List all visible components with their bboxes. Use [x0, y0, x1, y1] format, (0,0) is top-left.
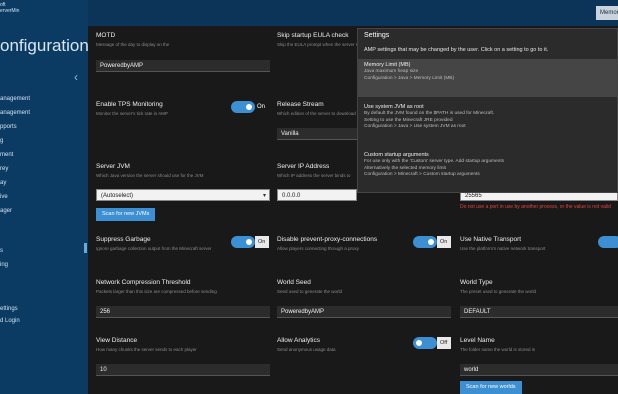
world-seed-desc: Seed used to generate the world [277, 289, 343, 294]
navigation-pane: oft erverMin onfiguration ‹ anagement an… [0, 0, 89, 394]
entry-path: Configuration > Java > Memory Limit (MB) [364, 75, 455, 81]
server-jvm-desc: Which Java version the server should use… [96, 173, 204, 178]
server-jvm-label: Server JVM [96, 163, 130, 170]
network-compression-desc: Packets larger than this size are compre… [96, 289, 217, 294]
world-seed-input[interactable]: PoweredbyAMP [277, 306, 451, 318]
view-distance-input[interactable]: 10 [96, 364, 270, 376]
world-seed-label: World Seed [277, 279, 311, 286]
toggle-state: Off [440, 340, 448, 346]
level-name-label: Level Name [460, 337, 495, 344]
nav-item[interactable]: pports [0, 124, 17, 130]
toggle-track [231, 236, 255, 248]
popup-intro: AMP settings that may be changed by the … [364, 47, 549, 53]
dropdown-arrow-icon: ▾ [262, 193, 266, 199]
nav-item[interactable]: ettings [0, 306, 18, 312]
port-error-text: Do not use a port in use by another proc… [460, 204, 611, 210]
nav-item[interactable]: ing [0, 262, 8, 268]
top-bar: Memory [88, 0, 618, 26]
native-transport-toggle[interactable] [598, 236, 618, 248]
suppress-garbage-toggle[interactable]: On [231, 236, 269, 248]
suppress-garbage-label: Suppress Garbage [96, 236, 151, 243]
settings-search-popup: Settings AMP settings that may be change… [357, 28, 618, 193]
world-type-select[interactable]: DEFAULT [460, 306, 618, 318]
nav-item[interactable]: ay [0, 180, 6, 186]
popup-entry-custom-args[interactable]: Custom startup arguments For use only wi… [358, 149, 617, 189]
native-transport-label: Use Native Transport [460, 236, 522, 243]
toggle-state: On [257, 104, 266, 110]
server-jvm-value: (Autoselect) [101, 193, 134, 199]
page-title: onfiguration [0, 36, 89, 55]
motd-desc: Message of the day to display on the [96, 42, 170, 47]
enable-tps-toggle[interactable]: On [231, 101, 267, 113]
nav-item[interactable]: g [0, 138, 3, 144]
popup-entry-system-jvm[interactable]: Use system JVM as root By default the JV… [358, 101, 617, 145]
skip-startup-label: Skip startup EULA check [277, 32, 349, 39]
toggle-track [598, 236, 618, 248]
allow-analytics-toggle[interactable]: Off [413, 337, 451, 349]
enable-tps-desc: Monitor the server's tick rate in AMP [96, 111, 168, 116]
suppress-garbage-desc: Ignore garbage collection output from th… [96, 246, 212, 251]
server-ip-label: Server IP Address [277, 163, 330, 170]
release-stream-select[interactable]: Vanilla [277, 128, 357, 140]
nav-item[interactable]: ive [0, 194, 8, 200]
server-ip-desc: Which IP address the server binds to [277, 173, 351, 178]
level-name-input[interactable]: world [460, 364, 618, 376]
toggle-state: On [440, 239, 448, 245]
popup-title: Settings [364, 32, 390, 39]
nav-item[interactable]: rey [0, 166, 8, 172]
nav-item[interactable]: s [0, 248, 3, 254]
entry-path: Configuration > Java > Use system JVM as… [364, 124, 466, 129]
nav-item[interactable]: ment [0, 152, 13, 158]
disable-prevent-proxy-desc: Allow players connecting through a proxy [277, 246, 360, 251]
toggle-state-box: Off [437, 337, 451, 349]
view-distance-desc: How many chunks the server sends to each… [96, 347, 197, 352]
app-name-line-2: erverMin [0, 8, 20, 14]
toggle-track [413, 236, 437, 248]
allow-analytics-label: Allow Analytics [277, 337, 320, 344]
motd-label: MOTD [96, 32, 116, 39]
toggle-knob [416, 340, 422, 346]
network-compression-label: Network Compression Threshold [96, 279, 191, 286]
selected-indicator [84, 243, 87, 253]
nav-item[interactable]: anagement [0, 110, 30, 116]
toggle-knob [246, 104, 252, 110]
toggle-track [231, 101, 255, 113]
toggle-state-box: On [437, 236, 451, 248]
motd-input[interactable]: PoweredbyAMP [96, 60, 270, 72]
skip-startup-desc: Skip the EULA prompt when the server sta… [277, 42, 367, 47]
nav-item[interactable]: anagement [0, 96, 30, 102]
native-transport-desc: Use the platform's native network transp… [460, 246, 546, 251]
release-stream-desc: Which edition of the server to download [277, 111, 356, 116]
network-compression-input[interactable]: 256 [96, 306, 270, 318]
entry-name: Use system JVM as root [364, 104, 424, 110]
enable-tps-label: Enable TPS Monitoring [96, 101, 163, 108]
server-jvm-select[interactable]: (Autoselect) ▾ [96, 189, 270, 201]
entry-path: Configuration > Minecraft > Custom start… [364, 172, 480, 177]
memory-indicator[interactable]: Memory [596, 6, 618, 20]
collapse-chevron-icon[interactable]: ‹ [74, 70, 78, 84]
scan-jvms-button[interactable]: Scan for new JVMs [96, 208, 156, 221]
nav-item[interactable]: ager [0, 208, 12, 214]
entry-name: Memory Limit (MB) [364, 62, 411, 68]
release-stream-label: Release Stream [277, 101, 324, 108]
world-type-label: World Type [460, 279, 493, 286]
popup-entry-memory-limit[interactable]: Memory Limit (MB) Java maximum heap size… [358, 59, 617, 97]
toggle-track [413, 337, 437, 349]
toggle-state: On [258, 239, 266, 245]
entry-name: Custom startup arguments [364, 152, 429, 158]
app-header-text: oft erverMin [0, 2, 19, 14]
toggle-state-box: On [255, 236, 269, 248]
toggle-knob [428, 239, 434, 245]
allow-analytics-desc: Send anonymous usage data [277, 347, 336, 352]
level-name-desc: The folder name the world is stored in [460, 347, 536, 352]
disable-prevent-proxy-toggle[interactable]: On [413, 236, 451, 248]
world-type-desc: The preset used to generate the world [460, 289, 537, 294]
disable-prevent-proxy-label: Disable prevent-proxy-connections [277, 236, 378, 243]
scan-worlds-button[interactable]: Scan for new worlds [460, 381, 522, 394]
view-distance-label: View Distance [96, 337, 138, 344]
server-ip-input[interactable]: 0.0.0.0 [277, 189, 357, 201]
toggle-knob [246, 239, 252, 245]
nav-item[interactable]: d Login [0, 318, 20, 324]
